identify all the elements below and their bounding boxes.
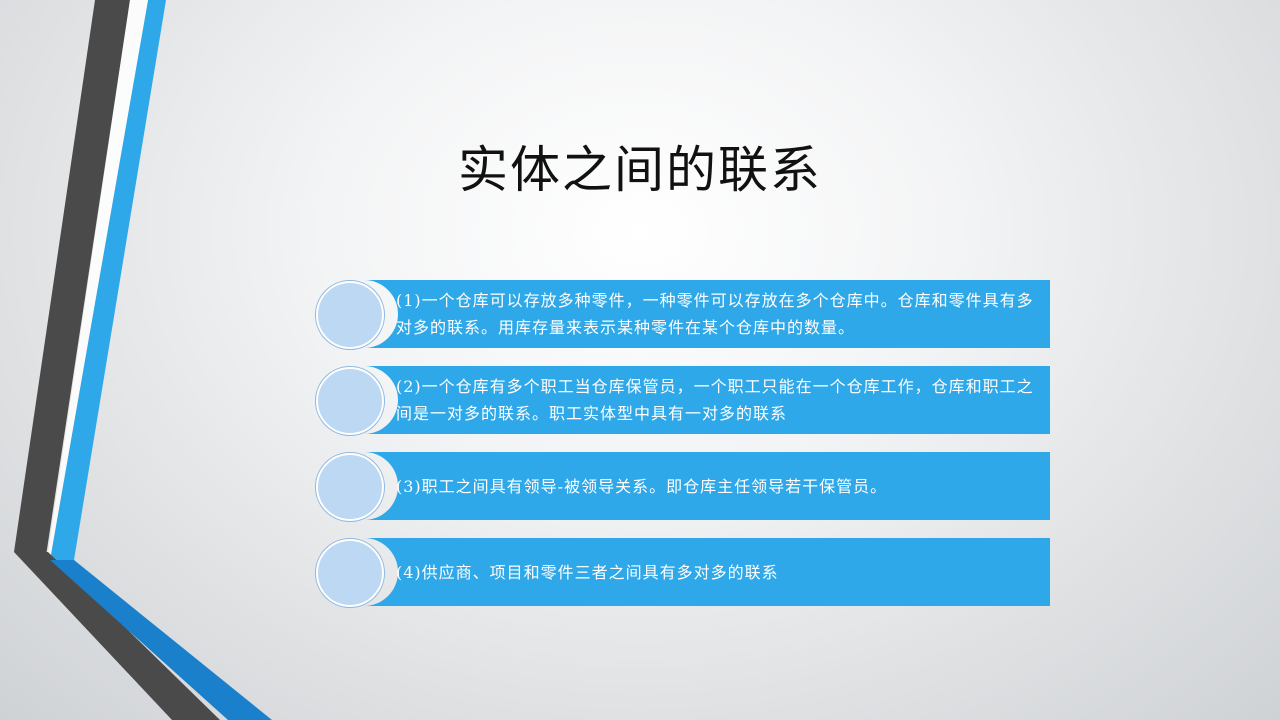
decorative-stripes xyxy=(14,0,272,720)
dark-stripe-lower xyxy=(14,552,220,720)
item-text: (4)供应商、项目和零件三者之间具有多对多的联系 xyxy=(396,562,779,582)
item-text: (1)一个仓库可以存放多种零件，一种零件可以存放在多个仓库中。仓库和零件具有多对… xyxy=(396,291,1034,337)
item-text: (3)职工之间具有领导-被领导关系。即仓库主任领导若干保管员。 xyxy=(396,476,888,496)
item-circle xyxy=(316,281,384,349)
item-text: (2)一个仓库有多个职工当仓库保管员，一个职工只能在一个仓库工作，仓库和职工之间… xyxy=(396,377,1034,423)
item-circle xyxy=(316,367,384,435)
list-item-3: (3)职工之间具有领导-被领导关系。即仓库主任领导若干保管员。 xyxy=(316,452,1050,522)
slide-title: 实体之间的联系 xyxy=(458,141,822,199)
item-circle xyxy=(316,539,384,607)
item-circle xyxy=(316,453,384,521)
list-item-4: (4)供应商、项目和零件三者之间具有多对多的联系 xyxy=(316,538,1050,608)
list-item-1: (1)一个仓库可以存放多种零件，一种零件可以存放在多个仓库中。仓库和零件具有多对… xyxy=(316,280,1050,350)
list-item-2: (2)一个仓库有多个职工当仓库保管员，一个职工只能在一个仓库工作，仓库和职工之间… xyxy=(316,366,1050,436)
